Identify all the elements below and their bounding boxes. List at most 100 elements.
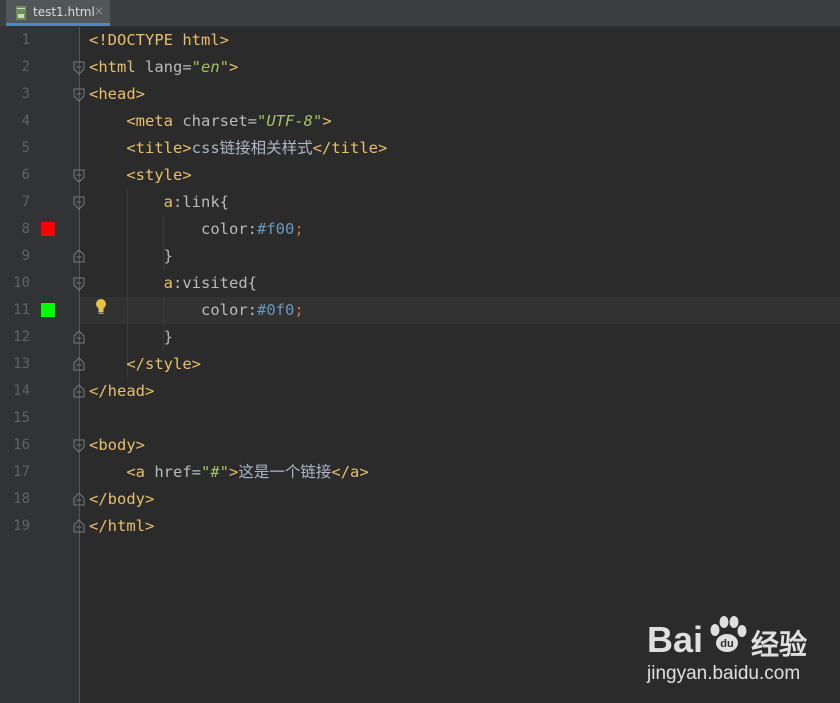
close-icon[interactable]: × [94, 4, 104, 18]
code-line-14: </head> [89, 378, 154, 405]
line-number: 2 [21, 59, 30, 75]
fold-end-icon[interactable] [73, 249, 85, 263]
tab-label: test1.html [33, 5, 95, 19]
line-number: 16 [13, 437, 30, 453]
code-line-18: </body> [89, 486, 154, 513]
code-line-17: <a href="#">这是一个链接</a> [89, 459, 369, 486]
svg-text:du: du [720, 638, 733, 650]
fold-marker-icon[interactable] [73, 196, 85, 210]
code-line-10: a:visited{ [89, 270, 257, 297]
fold-end-icon[interactable] [73, 492, 85, 506]
line-number: 4 [21, 113, 30, 129]
code-line-1: <!DOCTYPE html> [89, 27, 229, 54]
css-brace: { [219, 193, 230, 211]
fold-marker-icon[interactable] [73, 169, 85, 183]
color-swatch-red[interactable] [41, 222, 55, 236]
tag: </body> [89, 490, 155, 508]
css-property: color [200, 301, 248, 319]
css-property: color [200, 220, 248, 238]
tag-close: > [229, 463, 239, 481]
attr-value: "UTF-8" [257, 112, 323, 130]
line-number: 19 [13, 518, 30, 534]
css-value: #0f0 [257, 301, 295, 319]
html-file-icon [16, 6, 26, 20]
line-number: 6 [21, 167, 30, 183]
attr-value: "en" [191, 58, 229, 76]
tag: </html> [89, 517, 155, 535]
line-number: 9 [21, 248, 30, 264]
line-number: 15 [13, 410, 30, 426]
tag-open: <html [89, 58, 136, 76]
title-text: css链接相关样式 [191, 139, 313, 157]
line-number: 12 [13, 329, 30, 345]
tag: </style> [126, 355, 201, 373]
line-number: 14 [13, 383, 30, 399]
tag: <head> [89, 85, 145, 103]
line-number: 5 [21, 140, 30, 156]
line-number: 10 [13, 275, 30, 291]
line-number: 18 [13, 491, 30, 507]
fold-end-icon[interactable] [73, 357, 85, 371]
line-number: 3 [21, 86, 30, 102]
code-line-11: color:#0f0; [89, 297, 304, 324]
watermark-brand-left: Bai [647, 619, 704, 660]
tag-close: > [229, 58, 239, 76]
css-semicolon: ; [294, 301, 304, 319]
watermark-url: jingyan.baidu.com [647, 663, 801, 684]
fold-marker-icon[interactable] [73, 277, 85, 291]
fold-end-icon[interactable] [73, 330, 85, 344]
fold-marker-icon[interactable] [73, 439, 85, 453]
css-selector: a [163, 274, 173, 292]
baidu-jingyan-watermark: Bai du 经验 jingyan.baidu.com [645, 609, 835, 691]
code-line-12: } [89, 324, 173, 351]
fold-end-icon[interactable] [73, 519, 85, 533]
tag-close: </title> [312, 139, 388, 157]
line-number: 11 [13, 302, 30, 318]
attr-name: href= [145, 463, 201, 481]
watermark-brand-right: 经验 [751, 628, 808, 661]
code-line-13: </style> [89, 351, 201, 378]
tag: <style> [126, 166, 192, 184]
css-brace: } [163, 247, 173, 265]
css-pseudo: :link [173, 193, 220, 211]
line-number: 17 [13, 464, 30, 480]
css-brace: } [163, 328, 173, 346]
code-line-19: </html> [89, 513, 154, 540]
code-line-2: <html lang="en"> [89, 54, 238, 81]
code-line-3: <head> [89, 81, 145, 108]
tag: </head> [89, 382, 155, 400]
fold-end-icon[interactable] [73, 384, 85, 398]
color-swatch-green[interactable] [41, 303, 55, 317]
tag-close: > [322, 112, 332, 130]
css-pseudo: :visited [173, 274, 248, 292]
fold-marker-icon[interactable] [73, 61, 85, 75]
tag-open: <meta [126, 112, 173, 130]
code-line-8: color:#f00; [89, 216, 304, 243]
css-selector: a [163, 193, 173, 211]
tag-open: <title> [126, 139, 192, 157]
link-text: 这是一个链接 [238, 463, 332, 481]
code-editor[interactable]: 1 2 3 4 5 6 7 8 9 10 11 12 13 14 15 16 1… [0, 27, 840, 703]
css-colon: : [247, 301, 257, 319]
tab-test1-html[interactable]: test1.html × [6, 0, 110, 26]
line-number: 13 [13, 356, 30, 372]
css-brace: { [247, 274, 257, 292]
css-semicolon: ; [294, 220, 304, 238]
code-line-9: } [89, 243, 173, 270]
css-value: #f00 [257, 220, 295, 238]
fold-marker-icon[interactable] [73, 88, 85, 102]
code-line-5: <title>css链接相关样式</title> [89, 135, 387, 162]
tag-end: </a> [331, 463, 369, 481]
doctype: <!DOCTYPE html> [89, 31, 229, 49]
